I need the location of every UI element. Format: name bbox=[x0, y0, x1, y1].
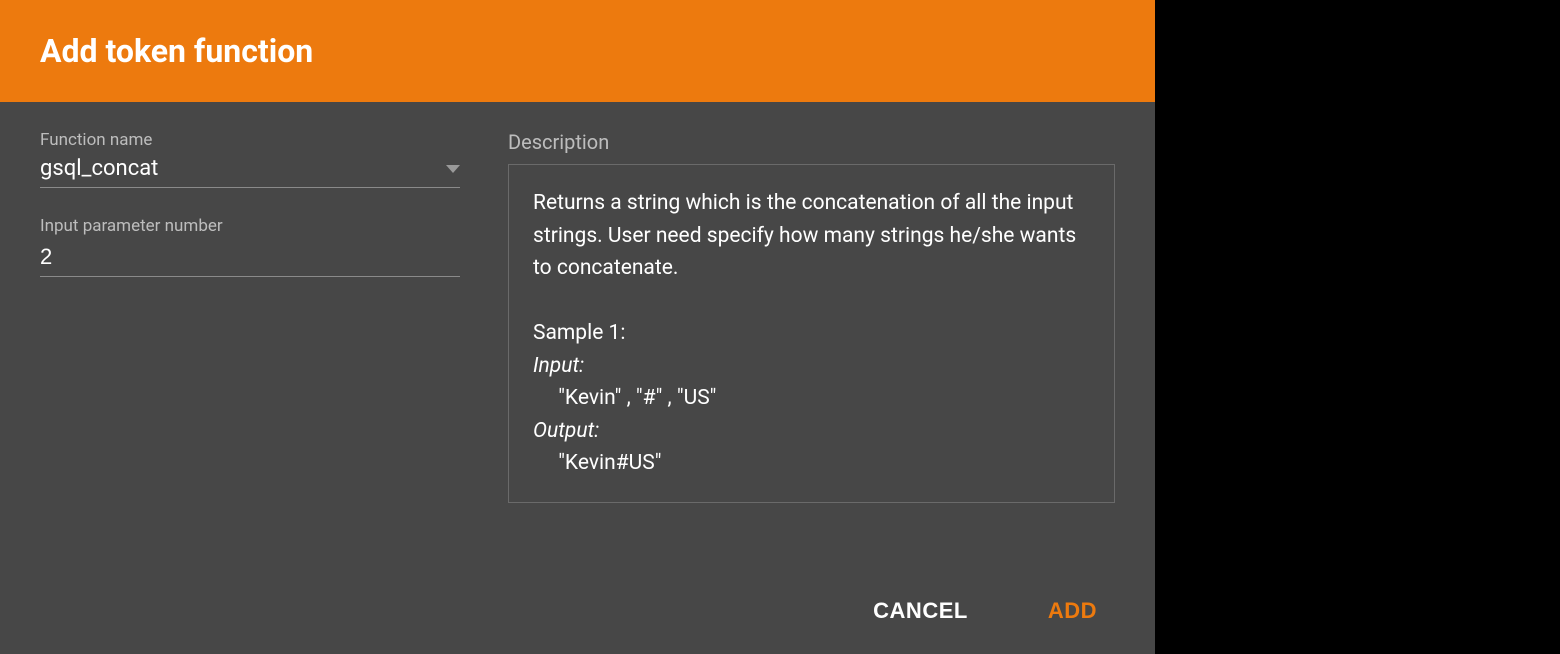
dialog-content: Function name gsql_concat Input paramete… bbox=[0, 102, 1155, 578]
right-column: Description Returns a string which is th… bbox=[508, 130, 1115, 558]
input-parameter-label: Input parameter number bbox=[40, 216, 460, 236]
input-parameter-input[interactable] bbox=[40, 242, 460, 277]
dialog-title: Add token function bbox=[40, 32, 1115, 70]
description-input-label: Input: bbox=[533, 350, 1090, 383]
function-name-value: gsql_concat bbox=[40, 156, 446, 181]
dialog-header: Add token function bbox=[0, 0, 1155, 102]
description-paragraph: Returns a string which is the concatenat… bbox=[533, 187, 1090, 285]
description-output-label: Output: bbox=[533, 415, 1090, 448]
left-column: Function name gsql_concat Input paramete… bbox=[40, 130, 460, 558]
function-name-label: Function name bbox=[40, 130, 460, 150]
cancel-button[interactable]: CANCEL bbox=[873, 598, 968, 624]
description-sample-heading: Sample 1: bbox=[533, 317, 1090, 350]
add-button[interactable]: ADD bbox=[1048, 598, 1097, 624]
add-token-function-dialog: Add token function Function name gsql_co… bbox=[0, 0, 1155, 654]
description-input-value: "Kevin" , "#" , "US" bbox=[533, 382, 1090, 415]
description-label: Description bbox=[508, 130, 1115, 154]
description-output-value: "Kevin#US" bbox=[533, 447, 1090, 480]
function-name-field: Function name gsql_concat bbox=[40, 130, 460, 188]
function-name-select[interactable]: gsql_concat bbox=[40, 156, 460, 188]
dialog-footer: CANCEL ADD bbox=[0, 578, 1155, 654]
input-parameter-field: Input parameter number bbox=[40, 216, 460, 277]
chevron-down-icon bbox=[446, 165, 460, 173]
description-box: Returns a string which is the concatenat… bbox=[508, 164, 1115, 503]
